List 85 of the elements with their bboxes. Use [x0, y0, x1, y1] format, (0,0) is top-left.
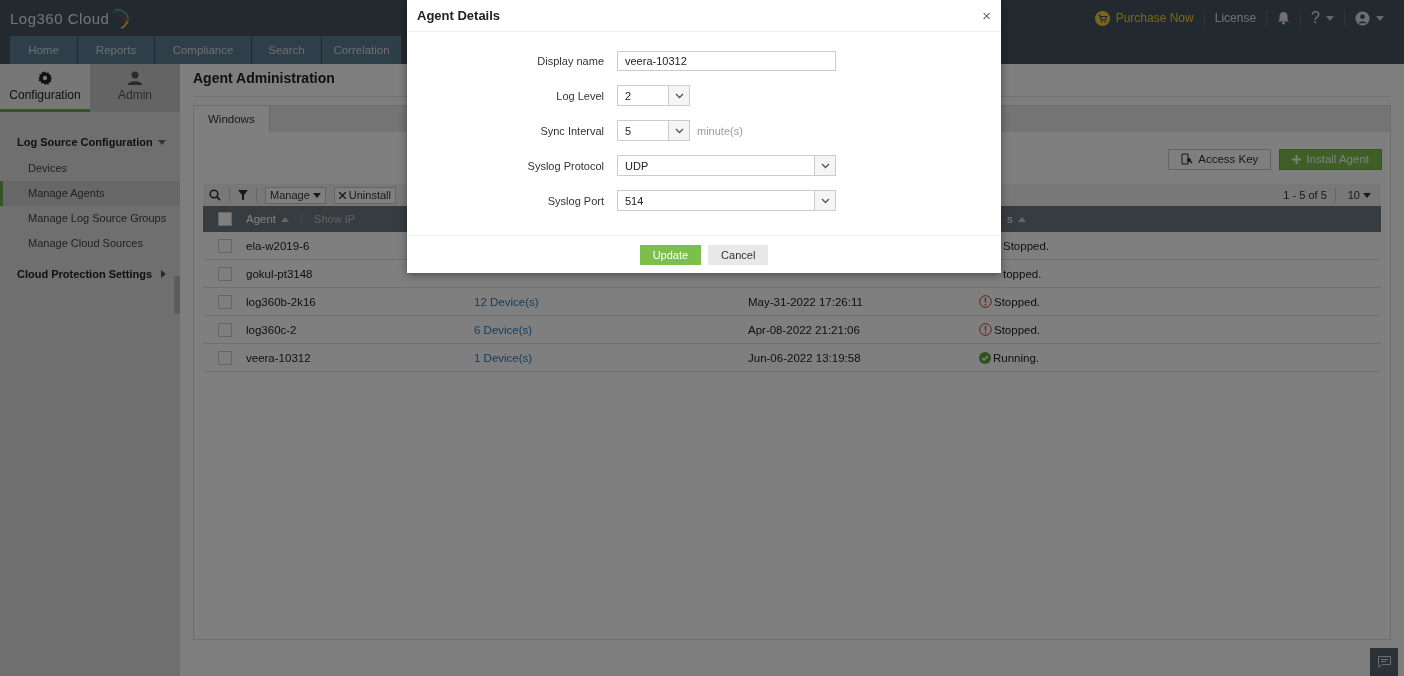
- install-agent-button[interactable]: Install Agent: [1279, 148, 1382, 170]
- agent-status: topped.: [1002, 267, 1043, 280]
- select-field[interactable]: 514: [617, 190, 836, 211]
- caret-icon: [158, 139, 166, 145]
- sidebar-group[interactable]: Cloud Protection Settings: [0, 260, 180, 288]
- key-document-icon: [1181, 153, 1194, 165]
- agent-name: veera-10312: [246, 351, 312, 364]
- bell-icon: [1277, 11, 1291, 25]
- sidebar-item[interactable]: Devices: [0, 156, 180, 181]
- devices-link[interactable]: 1 Device(s): [474, 351, 748, 364]
- row-checkbox[interactable]: [217, 266, 232, 281]
- sidebar-tab[interactable]: Configuration: [0, 64, 90, 112]
- access-key-button[interactable]: Access Key: [1168, 148, 1272, 170]
- logo-arcs-icon: [111, 7, 130, 29]
- chevron-icon: [820, 197, 830, 204]
- close-button[interactable]: ×: [982, 7, 991, 24]
- column-header[interactable]: Agent: [246, 213, 290, 225]
- dialog-title: Agent Details: [417, 8, 501, 23]
- page-size-menu[interactable]: 10: [1343, 186, 1375, 204]
- chevron-icon: [820, 162, 830, 169]
- last-seen-time: Jun-06-2022 13:19:58: [748, 351, 862, 364]
- select-field[interactable]: 5: [617, 120, 690, 141]
- collapse-handle[interactable]: [174, 276, 180, 314]
- help-menu[interactable]: ?: [1300, 9, 1344, 27]
- os-tab[interactable]: Windows: [194, 106, 270, 132]
- sort-icon: [281, 216, 290, 222]
- input-field[interactable]: veera-10312: [617, 50, 836, 71]
- purchase-link[interactable]: Purchase Now: [1084, 10, 1204, 26]
- agent-status: Stopped.: [1002, 239, 1051, 252]
- row-checkbox[interactable]: [217, 350, 232, 365]
- update-button[interactable]: Update: [639, 244, 702, 265]
- devices-link[interactable]: 6 Device(s): [474, 323, 748, 336]
- sort-icon: [1017, 216, 1026, 222]
- chat-icon: [1377, 656, 1391, 668]
- sidebar-item[interactable]: Manage Log Source Groups: [0, 206, 180, 231]
- row-checkbox[interactable]: [217, 294, 232, 309]
- last-seen-time: Apr-08-2022 21:21:06: [748, 323, 861, 336]
- pagination-info: 1 - 5 of 5: [1283, 189, 1327, 201]
- brand-name: Log360 Cloud: [10, 9, 110, 27]
- agent-name: log360b-2k16: [246, 295, 317, 308]
- last-seen-time: May-31-2022 17:26:11: [748, 295, 864, 308]
- cart-icon: [1094, 10, 1110, 26]
- caret-icon: [1326, 15, 1334, 21]
- agent-name: ela-w2019-6: [246, 239, 311, 252]
- agent-status: Stopped.: [979, 323, 1129, 336]
- field-label: Syslog Protocol: [526, 159, 605, 172]
- select-field[interactable]: UDP: [617, 155, 836, 176]
- nav-tab[interactable]: Compliance: [155, 36, 252, 64]
- chevron-icon: [674, 127, 684, 134]
- select-field[interactable]: 2: [617, 85, 690, 106]
- field-label: Syslog Port: [546, 194, 605, 207]
- person-icon: [128, 71, 142, 85]
- chat-button[interactable]: [1370, 648, 1398, 676]
- sidebar-item[interactable]: Manage Cloud Sources: [0, 231, 180, 256]
- caret-icon: [1363, 192, 1371, 198]
- agent-status: Running.: [979, 351, 1129, 364]
- user-icon: [1355, 10, 1370, 26]
- caret-icon: [161, 270, 166, 278]
- unit-label: minute(s): [697, 124, 743, 137]
- license-link[interactable]: License: [1203, 11, 1267, 25]
- nav-tab[interactable]: Reports: [78, 36, 155, 64]
- uninstall-button[interactable]: Uninstall: [333, 186, 396, 204]
- chevron-icon: [674, 92, 684, 99]
- sidebar-item[interactable]: Manage Agents: [0, 181, 180, 206]
- sidebar-tab[interactable]: Admin: [90, 64, 180, 112]
- row-checkbox[interactable]: [217, 238, 232, 253]
- agent-status: Stopped.: [979, 295, 1129, 308]
- gear-icon: [38, 71, 52, 85]
- agent-name: gokul-pt3148: [246, 267, 314, 280]
- devices-link[interactable]: 12 Device(s): [474, 295, 748, 308]
- select-all-checkbox[interactable]: [217, 212, 232, 226]
- filter-icon[interactable]: [238, 190, 248, 200]
- caret-icon: [1376, 15, 1384, 21]
- close-icon: [338, 191, 346, 199]
- caret-icon: [312, 192, 321, 198]
- search-icon[interactable]: [209, 189, 221, 201]
- plus-icon: [1292, 154, 1302, 164]
- manage-menu-button[interactable]: Manage: [265, 186, 326, 204]
- sidebar-group[interactable]: Log Source Configuration: [0, 128, 180, 156]
- agent-name: log360c-2: [246, 323, 298, 336]
- row-checkbox[interactable]: [217, 322, 232, 337]
- field-label: Display name: [536, 54, 605, 67]
- nav-tab[interactable]: Home: [10, 36, 78, 64]
- cancel-button[interactable]: Cancel: [708, 244, 769, 265]
- field-label: Sync Interval: [539, 124, 605, 137]
